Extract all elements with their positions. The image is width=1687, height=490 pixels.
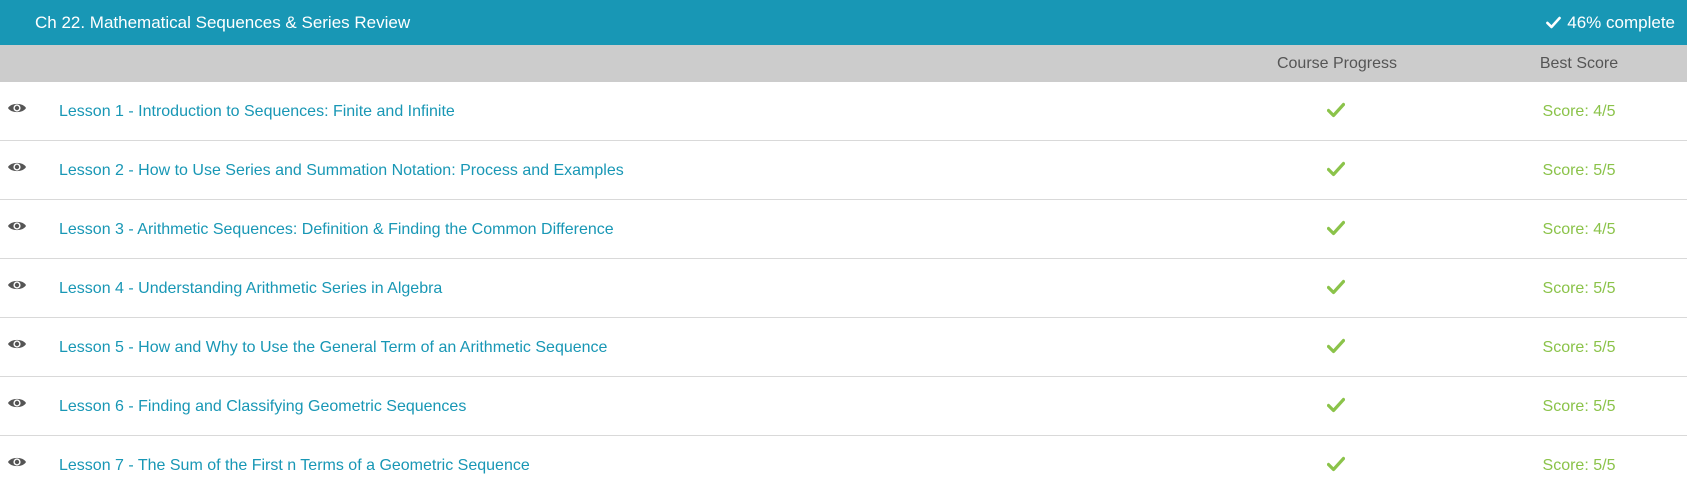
lesson-row: Lesson 6 - Finding and Classifying Geome… [0, 377, 1687, 436]
column-course-progress: Course Progress [1276, 55, 1398, 72]
lesson-score: Score: 5/5 [1542, 457, 1616, 474]
checkmark-icon [1327, 338, 1345, 354]
lesson-link[interactable]: Lesson 6 - Finding and Classifying Geome… [59, 377, 466, 436]
lesson-score: Score: 5/5 [1542, 398, 1616, 415]
eye-icon[interactable] [7, 455, 27, 469]
lesson-link[interactable]: Lesson 3 - Arithmetic Sequences: Definit… [59, 200, 614, 259]
lesson-link[interactable]: Lesson 1 - Introduction to Sequences: Fi… [59, 82, 455, 141]
chapter-progress: 46% complete [1546, 13, 1675, 33]
checkmark-icon [1327, 279, 1345, 295]
lesson-link[interactable]: Lesson 7 - The Sum of the First n Terms … [59, 436, 530, 490]
eye-icon[interactable] [7, 396, 27, 410]
eye-icon[interactable] [7, 160, 27, 174]
lesson-score: Score: 5/5 [1542, 162, 1616, 179]
checkmark-icon [1327, 397, 1345, 413]
lesson-score: Score: 4/5 [1542, 103, 1616, 120]
eye-icon[interactable] [7, 219, 27, 233]
lesson-link[interactable]: Lesson 2 - How to Use Series and Summati… [59, 141, 624, 200]
eye-icon[interactable] [7, 337, 27, 351]
lesson-list: Lesson 1 - Introduction to Sequences: Fi… [0, 82, 1687, 490]
column-best-score: Best Score [1539, 55, 1619, 72]
eye-icon[interactable] [7, 101, 27, 115]
checkmark-icon [1327, 456, 1345, 472]
lesson-link[interactable]: Lesson 4 - Understanding Arithmetic Seri… [59, 259, 442, 318]
column-header-bar: Course Progress Best Score [0, 45, 1687, 82]
chapter-title: Ch 22. Mathematical Sequences & Series R… [35, 12, 411, 32]
lesson-row: Lesson 1 - Introduction to Sequences: Fi… [0, 82, 1687, 141]
checkmark-icon [1327, 102, 1345, 118]
checkmark-icon [1546, 16, 1562, 29]
lesson-score: Score: 5/5 [1542, 339, 1616, 356]
checkmark-icon [1327, 220, 1345, 236]
eye-icon[interactable] [7, 278, 27, 292]
lesson-row: Lesson 7 - The Sum of the First n Terms … [0, 436, 1687, 490]
lesson-score: Score: 5/5 [1542, 280, 1616, 297]
chapter-header: Ch 22. Mathematical Sequences & Series R… [0, 0, 1687, 45]
lesson-row: Lesson 5 - How and Why to Use the Genera… [0, 318, 1687, 377]
progress-text: 46% complete [1567, 12, 1675, 32]
lesson-link[interactable]: Lesson 5 - How and Why to Use the Genera… [59, 318, 607, 377]
lesson-row: Lesson 4 - Understanding Arithmetic Seri… [0, 259, 1687, 318]
checkmark-icon [1327, 161, 1345, 177]
lesson-row: Lesson 3 - Arithmetic Sequences: Definit… [0, 200, 1687, 259]
lesson-score: Score: 4/5 [1542, 221, 1616, 238]
lesson-row: Lesson 2 - How to Use Series and Summati… [0, 141, 1687, 200]
